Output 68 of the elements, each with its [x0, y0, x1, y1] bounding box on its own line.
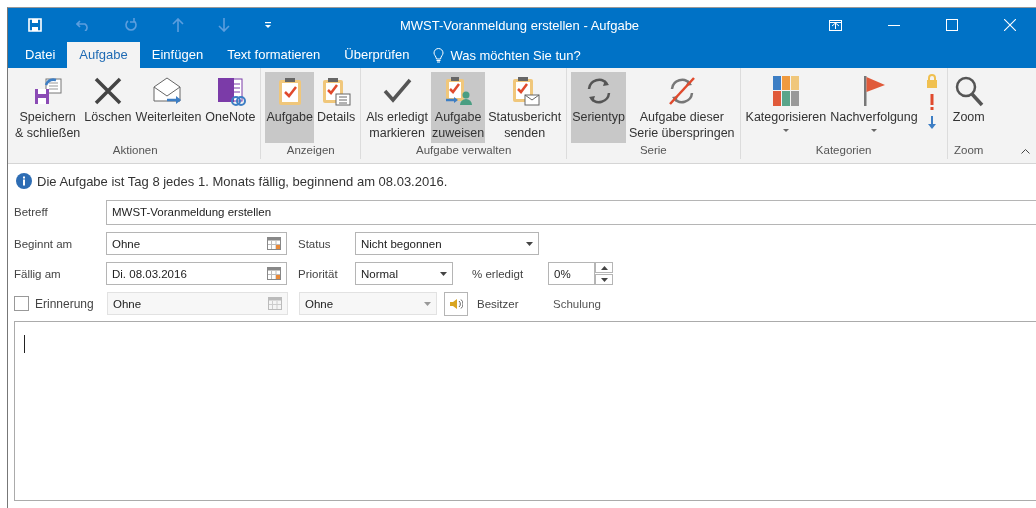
spin-up-button[interactable]: [595, 262, 613, 273]
ribbon-tab[interactable]: Einfügen: [139, 42, 216, 68]
customize-caret-icon[interactable]: [264, 21, 272, 29]
calendar-icon: [268, 297, 282, 310]
caret-icon: [600, 277, 608, 282]
ribbon-button[interactable]: Statusbericht senden: [487, 72, 563, 143]
date-field[interactable]: Di. 08.03.2016: [106, 262, 287, 285]
ribbon-button[interactable]: Löschen: [83, 72, 133, 143]
field-label: Status: [298, 237, 332, 250]
window-title: MWST-Voranmeldung erstellen - Aufgabe: [398, 17, 641, 33]
status-dropdown[interactable]: Nicht begonnen: [355, 232, 539, 255]
minimize-icon[interactable]: [888, 24, 900, 26]
ribbon-button[interactable]: Aufgabe zuweisen: [431, 72, 486, 143]
maximize-icon[interactable]: [946, 19, 958, 31]
ribbon-button[interactable]: Details: [315, 72, 357, 143]
priority-dropdown[interactable]: Normal: [355, 262, 453, 285]
collapse-ribbon-icon[interactable]: [1021, 149, 1030, 154]
group-label: Kategorien: [814, 143, 873, 158]
field-label: Besitzer: [477, 297, 520, 310]
calendar-icon: [267, 237, 281, 250]
field-label: Priorität: [298, 267, 339, 280]
group-label: Zoom: [953, 143, 985, 158]
caret-icon: [440, 271, 447, 276]
group-label: Anzeigen: [285, 143, 336, 158]
high-importance-icon[interactable]: [929, 94, 934, 110]
field-label: Fällig am: [14, 267, 62, 280]
caret-icon: [424, 301, 431, 306]
save-icon[interactable]: [28, 18, 42, 32]
ribbon-display-icon[interactable]: [829, 19, 842, 31]
ribbon-button[interactable]: Kategorisieren: [744, 72, 828, 143]
ribbon-tab[interactable]: Text formatieren: [215, 42, 333, 68]
lightbulb-icon: [433, 47, 445, 63]
calendar-icon: [267, 267, 281, 280]
owner-value: Schulung: [553, 297, 601, 310]
up-caret-icon: [600, 265, 608, 270]
field-label: Beginnt am: [14, 237, 74, 250]
close-icon[interactable]: [1004, 19, 1016, 31]
ribbon-button[interactable]: Als erledigt markieren: [365, 72, 430, 143]
caret-icon: [526, 241, 533, 246]
info-icon: [16, 173, 32, 189]
ribbon-button[interactable]: Weiterleiten: [134, 72, 203, 143]
ribbon-button[interactable]: Aufgabe: [265, 72, 314, 143]
ribbon-tab[interactable]: Aufgabe: [67, 42, 140, 68]
ribbon-button[interactable]: Aufgabe dieser Serie überspringen: [627, 72, 736, 143]
field-label: Betreff: [14, 206, 49, 218]
ribbon-button[interactable]: Zoom: [951, 72, 986, 143]
field-label: % erledigt: [472, 267, 525, 280]
tell-me-search[interactable]: Was möchten Sie tun?: [421, 42, 581, 68]
low-importance-icon[interactable]: [927, 116, 936, 129]
group-label: Aufgabe verwalten: [415, 143, 513, 158]
sound-button[interactable]: [444, 291, 468, 316]
color-grid-icon: [772, 75, 799, 106]
text-cursor: [24, 335, 25, 353]
speaker-icon: [449, 297, 463, 310]
group-label: Aktionen: [111, 143, 159, 158]
ribbon-button[interactable]: OneNote: [204, 72, 257, 143]
info-message: Die Aufgabe ist Tag 8 jedes 1. Monats fällig, beginnend am 08.03.2016.: [37, 173, 448, 189]
subject-field[interactable]: MWST-Voranmeldung erstellen: [106, 199, 1036, 225]
ribbon-button[interactable]: Speichern & schließen: [14, 72, 82, 143]
ribbon-tab[interactable]: Überprüfen: [332, 42, 422, 68]
checkbox-label: Erinnerung: [35, 296, 95, 311]
group-label: Serie: [638, 143, 668, 158]
ribbon-tab[interactable]: Datei: [13, 42, 68, 68]
ribbon-button[interactable]: Serientyp: [571, 72, 626, 143]
date-field[interactable]: Ohne: [106, 232, 287, 255]
percent-spinbox[interactable]: 0%: [548, 262, 595, 285]
spin-down-button[interactable]: [595, 274, 613, 285]
ribbon-button[interactable]: Nachverfolgung: [829, 72, 919, 143]
